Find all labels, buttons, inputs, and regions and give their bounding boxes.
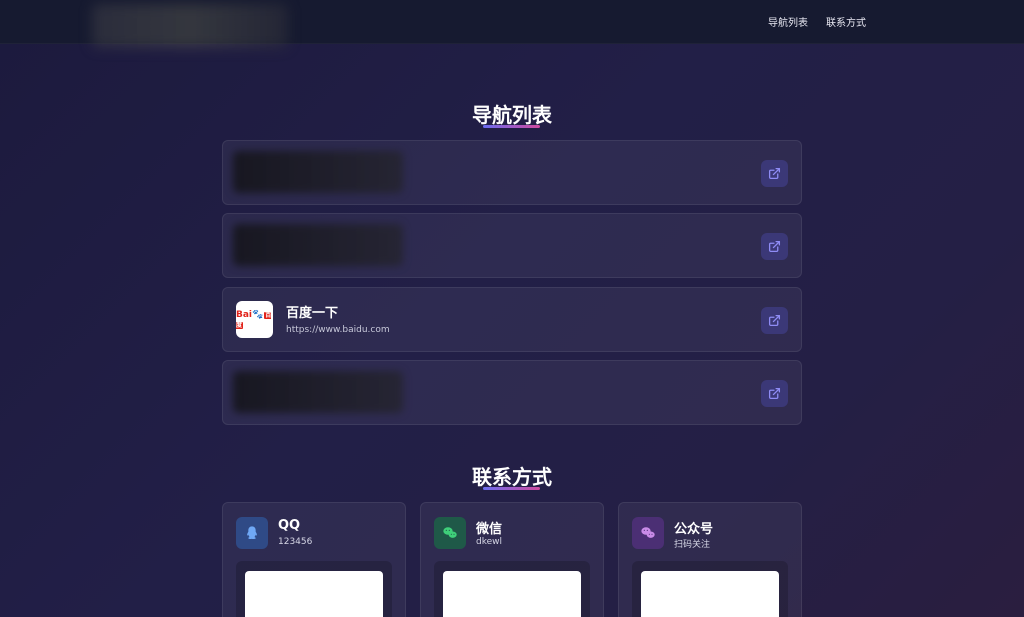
baidu-logo: Bai🐾 百度	[236, 301, 273, 338]
external-link-button[interactable]	[761, 380, 788, 407]
contact-title: 微信	[476, 522, 503, 537]
nav-card-baidu[interactable]: Bai🐾 百度 百度一下 https://www.baidu.com	[222, 287, 802, 352]
qr-code	[641, 571, 779, 617]
nav-card-name: 百度一下	[286, 306, 339, 321]
external-link-button[interactable]	[761, 233, 788, 260]
nav-card-thumbnail	[233, 151, 403, 193]
nav-card-thumbnail	[233, 224, 403, 266]
contact-card-wechat: 微信 dkewl	[420, 502, 604, 617]
contact-value: 123456	[278, 537, 313, 547]
contact-value: dkewl	[476, 537, 503, 547]
external-link-icon	[768, 240, 781, 253]
external-link-button[interactable]	[761, 307, 788, 334]
external-link-icon	[768, 387, 781, 400]
nav-card-2[interactable]	[222, 213, 802, 278]
wechat-icon	[434, 517, 466, 549]
contact-card-official-account: 公众号 扫码关注	[618, 502, 802, 617]
contact-title: 公众号	[674, 522, 714, 537]
qr-code	[245, 571, 383, 617]
qr-container	[632, 561, 788, 617]
wechat-official-icon	[632, 517, 664, 549]
external-link-icon	[768, 167, 781, 180]
nav-card-4[interactable]	[222, 360, 802, 425]
nav-card-thumbnail	[233, 371, 403, 413]
qq-icon	[236, 517, 268, 549]
nav-card-1[interactable]	[222, 140, 802, 205]
nav-section-underline	[483, 125, 540, 128]
contact-title: QQ	[278, 518, 301, 533]
contact-value: 扫码关注	[674, 540, 711, 550]
top-nav: 导航列表 联系方式	[768, 14, 866, 29]
qr-code	[443, 571, 581, 617]
external-link-icon	[768, 314, 781, 327]
nav-link-nav-list[interactable]: 导航列表	[768, 14, 808, 29]
site-logo[interactable]	[92, 4, 288, 48]
top-header: 导航列表 联系方式	[0, 0, 1024, 48]
nav-card-url: https://www.baidu.com	[286, 325, 390, 335]
qr-container	[434, 561, 590, 617]
contact-section-title: 联系方式	[472, 465, 552, 489]
qr-container	[236, 561, 392, 617]
contact-section-underline	[483, 487, 540, 490]
nav-link-contact[interactable]: 联系方式	[826, 14, 866, 29]
contact-card-qq: QQ 123456	[222, 502, 406, 617]
nav-section-title: 导航列表	[472, 103, 552, 127]
external-link-button[interactable]	[761, 160, 788, 187]
